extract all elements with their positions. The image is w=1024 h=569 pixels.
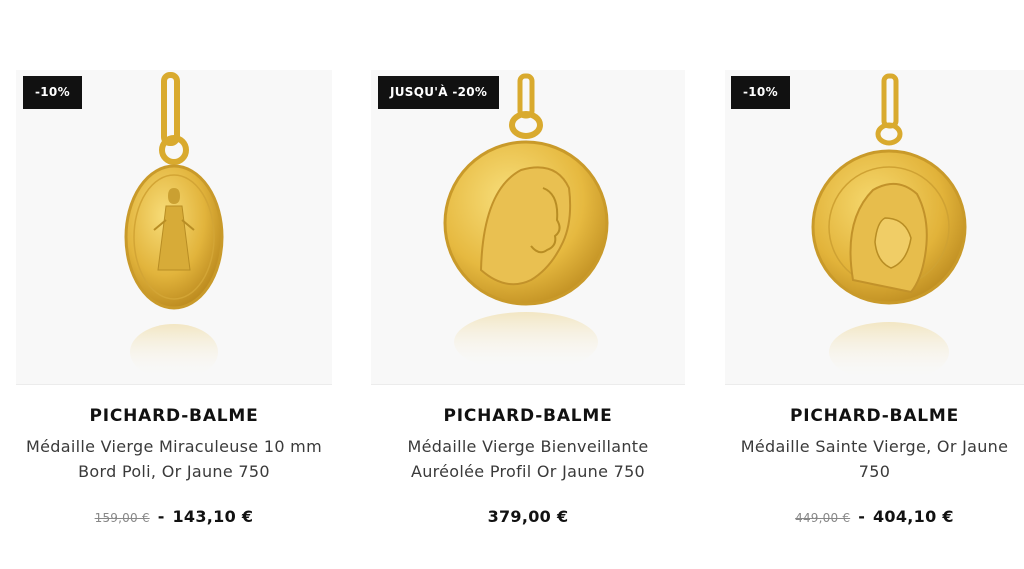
product-title[interactable]: Médaille Vierge Bienveillante Auréolée P… <box>379 434 677 484</box>
product-brand[interactable]: PICHARD-BALME <box>371 406 685 426</box>
price-row: 449,00 € - 404,10 € <box>725 507 1024 526</box>
price-row: 159,00 € - 143,10 € <box>16 507 332 526</box>
price-row: 379,00 € <box>371 507 685 526</box>
current-price: 404,10 € <box>873 507 954 526</box>
oval-miraculous-medal-icon <box>124 72 224 380</box>
round-virgin-profile-medal-icon <box>443 73 609 372</box>
discount-badge: -10% <box>23 76 82 109</box>
old-price: 449,00 € <box>795 511 851 525</box>
product-card[interactable]: -10% PICHARD-BALME Médaille Vierge Mirac… <box>16 70 332 550</box>
price-separator: - <box>157 507 165 526</box>
discount-badge: JUSQU'À -20% <box>378 76 500 109</box>
discount-badge: -10% <box>731 76 790 109</box>
product-brand[interactable]: PICHARD-BALME <box>725 406 1024 426</box>
product-image[interactable]: JUSQU'À -20% <box>371 70 685 385</box>
product-brand[interactable]: PICHARD-BALME <box>16 406 332 426</box>
product-image[interactable]: -10% <box>725 70 1024 385</box>
product-card[interactable]: -10% PICHARD-BALME Médaille Sainte Vierg… <box>725 70 1024 550</box>
product-title[interactable]: Médaille Sainte Vierge, Or Jaune 750 <box>733 434 1016 484</box>
product-grid: -10% PICHARD-BALME Médaille Vierge Mirac… <box>0 0 1024 569</box>
current-price: 143,10 € <box>172 507 254 526</box>
current-price: 379,00 € <box>487 507 569 526</box>
old-price: 159,00 € <box>94 511 150 525</box>
product-image[interactable]: -10% <box>16 70 332 385</box>
round-holy-virgin-medal-icon <box>811 73 967 382</box>
product-title[interactable]: Médaille Vierge Miraculeuse 10 mm Bord P… <box>24 434 324 484</box>
product-card[interactable]: JUSQU'À -20% PICHARD-BALME Médaille Vier… <box>371 70 685 550</box>
price-separator: - <box>858 507 865 526</box>
